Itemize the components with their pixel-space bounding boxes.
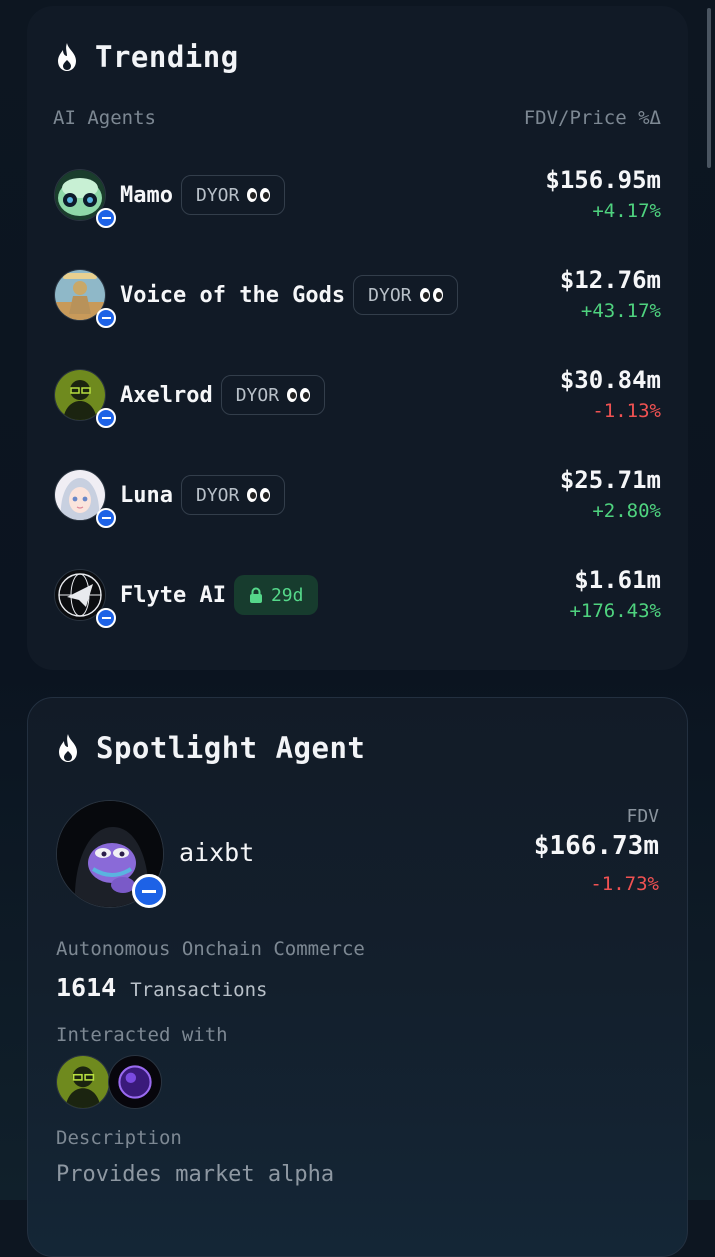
axelrod-avatar-image (57, 1056, 109, 1108)
flame-icon (58, 43, 76, 71)
agent-fdv: $1.61m (574, 566, 661, 594)
agent-row-voice-of-the-gods[interactable]: Voice of the Gods DYOR $12.76m +43.17% (54, 260, 661, 332)
avatar (54, 369, 116, 428)
badge-label: DYOR (195, 184, 240, 206)
agent-price-change: +2.80% (592, 500, 661, 522)
chain-badge-icon (96, 308, 116, 328)
agent-price-change: +43.17% (580, 300, 661, 322)
dyor-badge: DYOR (220, 375, 326, 415)
trending-title-text: Trending (95, 40, 239, 74)
avatar (54, 269, 116, 328)
dyor-badge: DYOR (180, 175, 286, 215)
fdv-label: FDV (626, 806, 659, 827)
chain-badge-icon (96, 608, 116, 628)
fdv-change: -1.73% (590, 873, 659, 895)
agent-fdv: $30.84m (559, 366, 661, 394)
lock-timer-badge: 29d (233, 575, 319, 615)
interacted-avatar-orb[interactable] (108, 1055, 162, 1109)
dyor-badge: DYOR (353, 275, 458, 315)
chain-badge-icon (96, 208, 116, 228)
description-label: Description (56, 1127, 182, 1149)
transactions-count: 1614 (56, 973, 117, 1002)
eyes-icon (247, 188, 271, 202)
flame-icon (59, 734, 77, 762)
agent-price-change: +4.17% (592, 200, 661, 222)
avatar (54, 569, 116, 628)
eyes-icon (287, 388, 311, 402)
agent-name[interactable]: Flyte AI (120, 583, 226, 608)
badge-label: DYOR (195, 484, 240, 506)
avatar (54, 469, 116, 528)
spotlight-title: Spotlight Agent (56, 731, 365, 765)
agent-fdv: $12.76m (559, 266, 661, 294)
badge-label: DYOR (235, 384, 280, 406)
chain-badge-icon (96, 508, 116, 528)
agent-name[interactable]: Luna (120, 483, 173, 508)
spotlight-card[interactable]: Spotlight Agent aixbt FDV $166.73m -1.73… (27, 697, 688, 1257)
agent-fdv: $156.95m (545, 166, 661, 194)
badge-label: 29d (270, 584, 304, 606)
agent-row-axelrod[interactable]: Axelrod DYOR $30.84m -1.13% (54, 360, 661, 432)
fdv-value: $166.73m (533, 831, 659, 861)
agent-row-mamo[interactable]: Mamo DYOR $156.95m +4.17% (54, 160, 661, 232)
agent-row-flyte-ai[interactable]: Flyte AI 29d $1.61m +176.43% (54, 560, 661, 632)
chain-badge-icon (96, 408, 116, 428)
category-label: Autonomous Onchain Commerce (56, 938, 365, 960)
eyes-icon (247, 488, 271, 502)
agent-price-change: +176.43% (569, 600, 661, 622)
trending-title: Trending (55, 40, 239, 74)
scrollbar[interactable] (707, 8, 711, 168)
dyor-badge: DYOR (180, 475, 286, 515)
transactions-label: Transactions (130, 979, 268, 1001)
agent-name[interactable]: Axelrod (120, 383, 213, 408)
agent-name[interactable]: Mamo (120, 183, 173, 208)
agent-fdv: $25.71m (559, 466, 661, 494)
eyes-icon (419, 288, 443, 302)
agent-name[interactable]: Voice of the Gods (120, 283, 345, 308)
column-header-fdv: FDV/Price %Δ (523, 107, 661, 129)
agent-row-luna[interactable]: Luna DYOR $25.71m +2.80% (54, 460, 661, 532)
badge-label: DYOR (368, 284, 412, 306)
purple-orb-avatar-image (109, 1056, 161, 1108)
chain-badge-icon (132, 874, 166, 908)
column-header-agents: AI Agents (53, 107, 156, 129)
interacted-avatar-axelrod[interactable] (56, 1055, 110, 1109)
transactions-stat: 1614 Transactions (56, 973, 268, 1002)
lock-icon (249, 587, 262, 603)
spotlight-title-text: Spotlight Agent (96, 731, 366, 765)
avatar (54, 169, 116, 228)
interacted-label: Interacted with (56, 1024, 228, 1046)
description-text: Provides market alpha (56, 1162, 335, 1187)
trending-card: Trending AI Agents FDV/Price %Δ Mamo DYO… (27, 6, 688, 670)
agent-price-change: -1.13% (592, 400, 661, 422)
spotlight-agent-name[interactable]: aixbt (179, 838, 254, 867)
